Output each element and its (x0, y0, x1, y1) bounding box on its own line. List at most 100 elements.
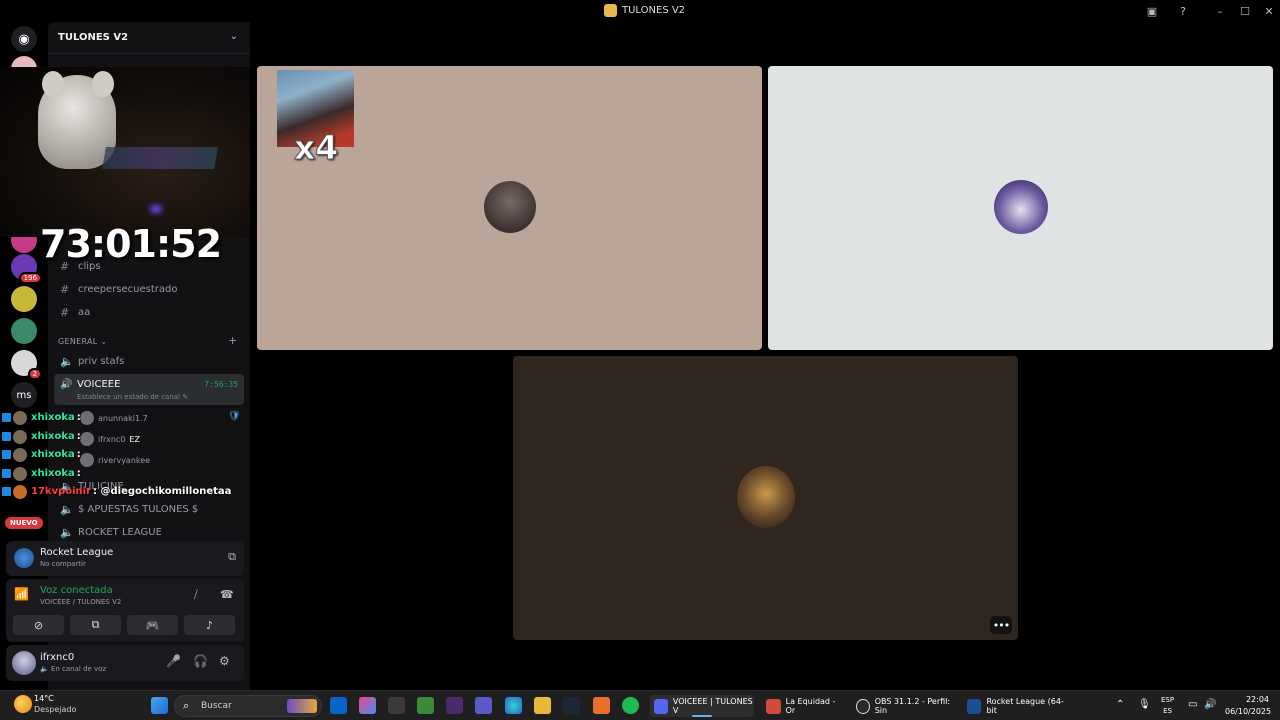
chat-msg: : (76, 431, 81, 442)
member-tag: EZ (129, 434, 140, 444)
chevron-up-icon[interactable]: ⌃ (1116, 699, 1124, 710)
speaker-icon: 🔈 (60, 354, 74, 368)
channel-status[interactable]: Establece un estado de canal ✎ (77, 393, 188, 401)
edge-icon[interactable] (505, 697, 522, 714)
user-name[interactable]: ifrxnc0 (40, 652, 74, 663)
soundboard-button[interactable]: ♪ (184, 615, 235, 635)
language-indicator[interactable]: ESP ES (1161, 695, 1174, 717)
discord-home-icon[interactable]: ◉ (11, 26, 37, 52)
chevron-down-icon: ⌄ (229, 31, 238, 42)
voice-channel-active[interactable]: 🔊 VOICEEE 7:56:35 Establece un estado de… (54, 374, 244, 405)
camera-off-button[interactable]: ⊘ (13, 615, 64, 635)
share-screen-button[interactable]: ⧉ (70, 615, 121, 635)
channel-label: aa (78, 306, 91, 318)
chat-msg: : (76, 412, 81, 423)
signal-icon[interactable]: 📶 (14, 587, 29, 601)
minimize-button[interactable]: – (1209, 2, 1231, 20)
activities-button[interactable]: 🎮 (127, 615, 178, 635)
search-placeholder: Buscar (201, 701, 232, 711)
unread-badge: 196 (18, 272, 42, 284)
weather-temp[interactable]: 14°C (34, 694, 54, 703)
channel-creepersecuestrado[interactable]: # creepersecuestrado (54, 279, 244, 299)
activity-name: Rocket League (40, 547, 114, 558)
avatar (80, 432, 94, 446)
volume-icon[interactable]: 🔊 (1204, 699, 1216, 710)
avatar[interactable] (12, 651, 36, 675)
noise-suppression-icon[interactable]: ⧸ (194, 588, 198, 602)
store-icon[interactable] (388, 697, 405, 714)
category-general[interactable]: GENERAL ⌄ (58, 337, 107, 346)
help-icon[interactable]: ? (1172, 2, 1194, 20)
steam-icon[interactable] (563, 697, 580, 714)
server-icon[interactable]: ms (11, 382, 37, 408)
folder-icon[interactable] (534, 697, 551, 714)
headphones-icon[interactable]: 🎧 (193, 654, 208, 668)
taskbar-app-browser[interactable]: La Equidad - Or (762, 695, 846, 717)
avatar (13, 466, 27, 481)
teams-icon[interactable] (475, 697, 492, 714)
app-icon[interactable] (593, 697, 610, 714)
member-name: ifrxnc0 (98, 434, 126, 444)
speaker-icon: 🔈 (60, 525, 74, 539)
more-options-button[interactable]: ••• (990, 616, 1012, 634)
nvidia-icon[interactable] (417, 697, 434, 714)
new-badge[interactable]: NUEVO (5, 517, 43, 529)
add-channel-icon[interactable]: + (228, 334, 237, 347)
language-code: ESP (1161, 696, 1175, 704)
user-panel: ifrxnc0 🔈 En canal de voz 🎤 🎧 ⚙ (6, 645, 244, 681)
microphone-icon[interactable]: 🎤 (166, 654, 181, 668)
user-status-label: En canal de voz (50, 665, 107, 673)
voice-member[interactable]: rivervyankee (80, 453, 150, 467)
weather-icon[interactable] (14, 695, 32, 713)
plush-ear (42, 71, 64, 97)
disconnect-icon[interactable]: ☎ (220, 588, 234, 601)
outlook-icon[interactable] (330, 697, 347, 714)
maximize-button[interactable]: ☐ (1234, 2, 1256, 20)
multiplier-label: x4 (293, 128, 339, 168)
voice-location[interactable]: VOICEEE / TULONES V2 (40, 598, 121, 606)
chat-msg: : @diegochikomillonetaa (93, 486, 232, 497)
gear-icon[interactable]: ⚙ (219, 654, 230, 668)
close-button[interactable]: ✕ (1258, 2, 1280, 20)
search-box[interactable]: ⌕ Buscar (174, 695, 322, 717)
server-icon[interactable] (11, 286, 37, 312)
system-clock[interactable]: 22:04 06/10/2025 (1225, 694, 1271, 718)
copilot-icon[interactable] (359, 697, 376, 714)
server-icon[interactable]: 2 (11, 350, 42, 380)
server-icon[interactable]: 196 (11, 254, 42, 284)
participant-tile[interactable] (768, 66, 1273, 350)
taskbar-app-label: Rocket League (64-bit (986, 697, 1064, 715)
voice-channel-priv[interactable]: 🔈 priv stafs (54, 351, 244, 371)
spotify-icon[interactable] (622, 697, 639, 714)
window-titlebar: TULONES V2 ▣ ? – ☐ ✕ (0, 0, 1280, 22)
voice-member[interactable]: anunnaki1.7 (80, 411, 148, 425)
hashtag-icon: # (60, 305, 70, 319)
guild-header[interactable]: TULONES V2 ⌄ (48, 22, 250, 54)
weather-condition[interactable]: Despejado (34, 705, 76, 714)
voice-member[interactable]: ifrxnc0 EZ (80, 432, 140, 446)
app-icon[interactable] (446, 697, 463, 714)
share-screen-icon[interactable]: ⧉ (228, 550, 236, 564)
network-icon[interactable]: ▭ (1188, 699, 1197, 710)
taskbar-app-label: OBS 31.1.2 - Perfil: Sin (874, 697, 951, 715)
badge-icon (2, 432, 11, 441)
voice-status[interactable]: Voz conectada (40, 585, 113, 596)
server-icon[interactable] (11, 318, 37, 344)
avatar (13, 447, 27, 462)
member-name: anunnaki1.7 (98, 413, 148, 423)
taskbar-app-obs[interactable]: OBS 31.1.2 - Perfil: Sin (852, 695, 956, 717)
chat-line: xhixoka: (2, 465, 81, 482)
participant-tile[interactable]: ••• (513, 356, 1018, 640)
clock-time: 22:04 (1245, 695, 1269, 704)
speaker-icon: 🔈 (60, 502, 74, 516)
voice-channel-apuestas[interactable]: 🔈 $ APUESTAS TULONES $ (54, 499, 244, 519)
windows-start-icon[interactable] (151, 697, 168, 714)
inbox-icon[interactable]: ▣ (1141, 2, 1163, 20)
channel-label: $ APUESTAS TULONES $ (78, 503, 199, 515)
channel-aa[interactable]: # aa (54, 302, 244, 322)
taskbar-app-rocket[interactable]: Rocket League (64-bit (963, 695, 1071, 717)
taskbar-app-discord[interactable]: VOICEEE | TULONES V (650, 695, 754, 717)
microphone-icon[interactable]: 🎙 (1138, 699, 1151, 710)
voice-channel-rocket[interactable]: 🔈 ROCKET LEAGUE (54, 522, 244, 542)
chat-msg: : (76, 468, 81, 479)
